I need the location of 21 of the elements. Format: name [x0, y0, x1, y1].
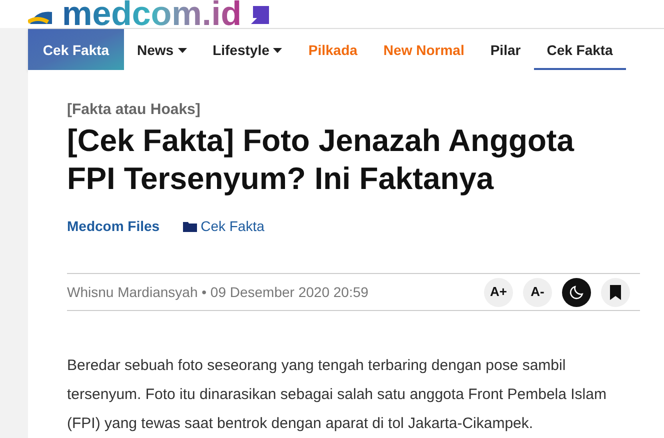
nav-tab[interactable]: Pilar [477, 29, 534, 71]
source-link[interactable]: Medcom Files [67, 216, 160, 237]
byline: Whisnu Mardiansyah • 09 Desember 2020 20:59 [67, 282, 368, 302]
font-size-button[interactable]: A- [523, 278, 552, 306]
logo-mark-icon [249, 6, 272, 24]
caret-icon [178, 48, 187, 52]
category-link[interactable]: Cek Fakta [200, 216, 264, 237]
dark-mode-button[interactable] [562, 278, 591, 306]
nav-tab[interactable]: News [124, 29, 200, 71]
bookmark-button[interactable] [601, 278, 630, 306]
site-logo[interactable]: medcom.id [62, 0, 242, 28]
article-title: [Cek Fakta] Foto Jenazah Anggota FPI Tersenyum? Ini Faktanya [67, 122, 576, 198]
nav-tab[interactable]: Cek Fakta [28, 29, 124, 71]
moon-icon [568, 284, 584, 300]
font-size-button[interactable]: A+ [484, 278, 513, 306]
folder-icon [182, 221, 197, 232]
bookmark-icon [610, 284, 621, 300]
nav-tab[interactable]: Lifestyle [200, 29, 296, 71]
article-paragraph: Beredar sebuah foto seseorang yang tengah terbaring dengan pose sambil tersenyum. Foto itu dinarasikan sebagai salah satu anggota Front Pembela Islam (FPI) yang tewas saat bentrok dengan aparat di tol Jakarta-Cikampek. [67, 356, 608, 434]
caret-icon [273, 48, 282, 52]
article-kicker: [Fakta atau Hoaks] [67, 100, 202, 120]
